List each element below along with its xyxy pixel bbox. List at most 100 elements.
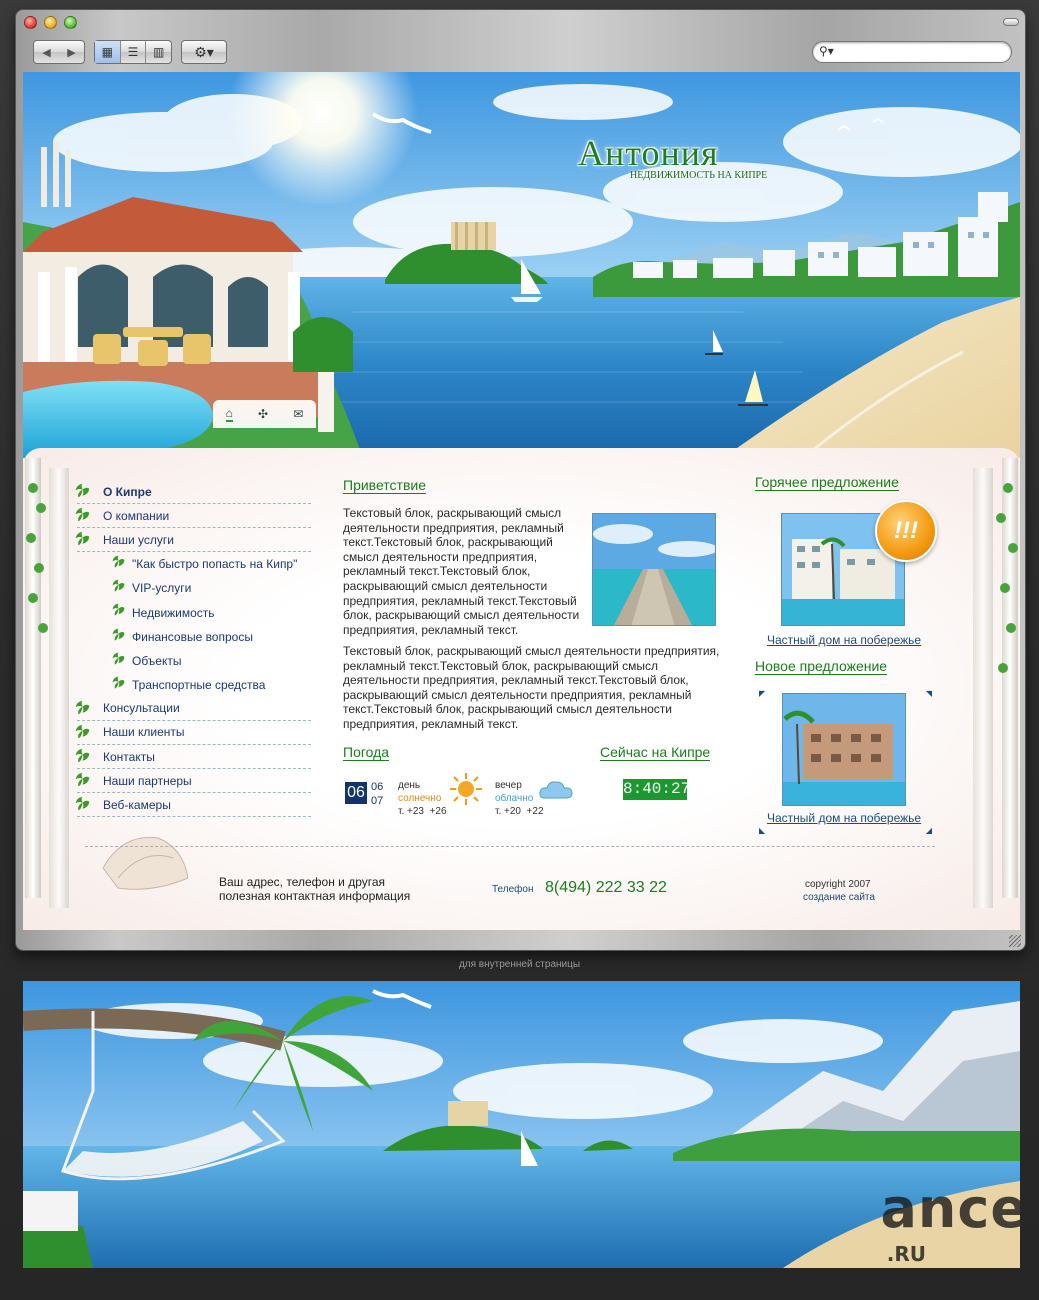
leaf-icon — [112, 628, 125, 641]
inner-page-banner: ance .RU — [23, 981, 1020, 1268]
menu-item-label: Контакты — [103, 749, 155, 764]
weather-date-bottom: 07 — [371, 795, 384, 807]
leaf-icon — [112, 603, 125, 616]
welcome-paragraph-1: Текстовый блок, раскрывающий смысл деяте… — [343, 506, 580, 637]
back-arrow-icon[interactable]: ◀ — [42, 46, 50, 59]
menu-item-label: Финансовые вопросы — [132, 629, 253, 644]
weather-day-condition: солнечно — [398, 793, 442, 804]
weather-date-top: 06 — [371, 781, 384, 793]
footer-address-line1: Ваш адрес, телефон и другая — [219, 875, 386, 889]
back-forward-control: ◀ ▶ — [33, 40, 85, 64]
menu-item-label: О компании — [103, 508, 170, 523]
page-viewport: Антония НЕДВИЖИМОСТЬ НА КИПРЕ ⌂ ✣ ✉ О Ки… — [23, 72, 1020, 930]
search-field: ⚲▾ — [812, 41, 1012, 63]
new-offer-link[interactable]: Частный дом на побережье — [767, 811, 921, 825]
menu-item[interactable]: Веб-камеры — [75, 793, 311, 818]
menu-item-label: Объекты — [132, 653, 182, 668]
resize-grip-icon[interactable] — [1009, 935, 1021, 947]
menu-item[interactable]: "Как быстро попасть на Кипр" — [77, 552, 311, 576]
watermark: ance — [880, 1177, 1020, 1240]
weather-evening-condition: облачно — [495, 793, 534, 804]
leaf-icon — [112, 579, 125, 592]
hot-offer-title[interactable]: Горячее предложение — [755, 474, 899, 491]
footer-copyright: copyright 2007 — [805, 879, 871, 890]
leaf-icon — [112, 676, 125, 689]
close-window-button[interactable] — [24, 16, 37, 29]
leaf-icon — [112, 652, 125, 665]
minimize-window-button[interactable] — [44, 16, 57, 29]
weather-day-label: день — [398, 780, 421, 791]
leaf-icon — [75, 796, 90, 811]
menu-item[interactable]: VIP-услуги — [77, 576, 311, 600]
menu-item[interactable]: Контакты — [75, 745, 311, 770]
leaf-icon — [75, 507, 90, 522]
leaf-icon — [112, 555, 125, 568]
inner-page-caption: для внутренней страницы — [458, 959, 581, 970]
logo-title: Антония — [578, 133, 719, 173]
hot-offer-link[interactable]: Частный дом на побережье — [767, 633, 921, 647]
column-view-icon[interactable]: ▥ — [146, 41, 171, 63]
menu-item-label: О Кипре — [103, 484, 152, 499]
now-title: Сейчас на Кипре — [600, 744, 711, 761]
home-icon[interactable]: ⌂ — [225, 406, 233, 422]
mail-icon[interactable]: ✉ — [293, 407, 303, 421]
menu-item-label: Транспортные средства — [132, 677, 266, 692]
gear-icon: ⚙▾ — [194, 43, 214, 60]
footer-address-line2: полезная контактная информация — [219, 889, 411, 903]
left-menu: О Кипре О компании Наши услуги "Как быстро … — [75, 480, 311, 818]
zoom-window-button[interactable] — [64, 16, 77, 29]
action-menu-button[interactable]: ⚙▾ — [181, 40, 227, 64]
menu-item[interactable]: Наши клиенты — [75, 721, 311, 746]
pier-photo — [592, 513, 716, 626]
sitemap-icon[interactable]: ✣ — [258, 407, 268, 421]
menu-item-label: Наши услуги — [103, 532, 174, 547]
menu-item[interactable]: Транспортные средства — [77, 673, 311, 697]
toolbar-toggle-button[interactable] — [1003, 18, 1019, 26]
logo-subtitle: НЕДВИЖИМОСТЬ НА КИПРЕ — [630, 170, 768, 181]
site-logo[interactable]: Антония НЕДВИЖИМОСТЬ НА КИПРЕ — [578, 132, 767, 181]
watermark-suffix: .RU — [886, 1242, 926, 1266]
weather-day-temp: т. +23 +26 — [398, 806, 447, 817]
window-controls — [24, 16, 77, 29]
cloud-icon — [539, 778, 573, 800]
leaf-icon — [75, 724, 90, 739]
weather-evening-temp: т. +20 +22 — [495, 806, 544, 817]
leaf-icon — [75, 772, 90, 787]
menu-item[interactable]: Консультации — [75, 697, 311, 721]
search-input[interactable] — [837, 45, 1002, 59]
menu-item[interactable]: О компании — [75, 504, 311, 529]
menu-item[interactable]: Недвижимость — [77, 600, 311, 624]
view-mode-control: ▦ ☰ ▥ — [94, 40, 172, 64]
menu-item[interactable]: Наши услуги — [75, 528, 311, 553]
menu-item-label: Наши клиенты — [103, 725, 185, 740]
footer-credit-link[interactable]: создание сайта — [803, 892, 875, 903]
welcome-title: Приветствие — [343, 477, 426, 494]
footer-divider — [85, 846, 935, 847]
leaf-icon — [75, 483, 90, 498]
seaside-illustration — [23, 72, 1020, 458]
hot-offer-badge: !!! — [875, 500, 937, 562]
hammock-illustration — [23, 981, 1020, 1268]
new-offer-title[interactable]: Новое предложение — [755, 658, 888, 675]
leaf-icon — [75, 748, 90, 763]
search-icon: ⚲▾ — [819, 44, 834, 58]
menu-item[interactable]: Объекты — [77, 649, 311, 673]
leaf-icon — [75, 531, 90, 546]
menu-item-label: Наши партнеры — [103, 773, 192, 788]
weather-evening-label: вечер — [495, 780, 522, 791]
leaf-icon — [75, 700, 90, 715]
local-clock: 8:40:27 — [623, 779, 691, 800]
list-view-icon[interactable]: ☰ — [121, 41, 147, 63]
sun-icon — [449, 772, 483, 806]
menu-item[interactable]: Финансовые вопросы — [77, 625, 311, 649]
forward-arrow-icon[interactable]: ▶ — [67, 46, 75, 59]
header-banner: Антония НЕДВИЖИМОСТЬ НА КИПРЕ ⌂ ✣ ✉ — [23, 72, 1020, 458]
menu-item[interactable]: Наши партнеры — [75, 769, 311, 794]
icon-view-icon[interactable]: ▦ — [95, 41, 121, 63]
menu-item-label: Веб-камеры — [103, 797, 171, 812]
menu-item-label: Консультации — [103, 701, 180, 716]
new-offer-photo[interactable] — [782, 693, 906, 806]
footer-phone-label: Телефон — [492, 884, 534, 895]
menu-item[interactable]: О Кипре — [75, 480, 311, 505]
menu-item-label: VIP-услуги — [132, 581, 192, 596]
